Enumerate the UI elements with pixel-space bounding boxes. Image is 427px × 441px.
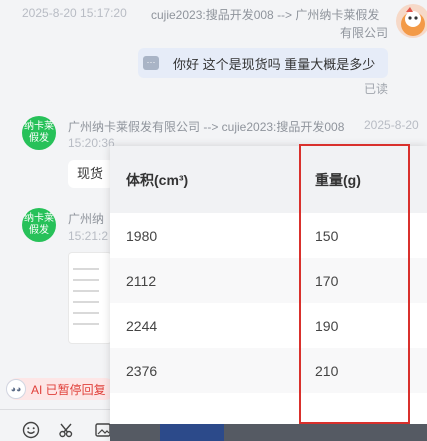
scissors-icon[interactable] (58, 421, 76, 439)
message-timestamp: 2025-8-20 (364, 118, 419, 132)
message-timestamp: 2025-8-20 15:17:20 (22, 6, 127, 20)
column-header-volume: 体积(cm³) (110, 146, 300, 213)
incoming-message-text: 现货 (77, 166, 104, 181)
preview-bottom-bar (110, 424, 427, 441)
composer-toolbar (22, 421, 112, 439)
image-preview-overlay[interactable]: 体积(cm³) 重量(g) 1980 150 2112 170 2244 190… (110, 146, 427, 441)
table-header-row: 体积(cm³) 重量(g) (110, 146, 427, 213)
robot-icon: ◕◕ (6, 379, 26, 399)
table-cell: 1980 (126, 227, 158, 244)
table-row: 2244 190 (110, 303, 427, 348)
image-message-thumbnail[interactable] (68, 252, 112, 344)
chat-icon: ··· (143, 56, 159, 70)
message-timestamp: 15:21:2 (68, 229, 109, 243)
column-header-weight: 重量(g) (300, 146, 427, 213)
table-row: 2376 210 (110, 348, 427, 393)
user-avatar[interactable] (396, 4, 427, 38)
divider (0, 409, 110, 410)
spec-table: 体积(cm³) 重量(g) 1980 150 2112 170 2244 190… (110, 146, 427, 393)
table-row: 1980 150 (110, 213, 427, 258)
message-route: cujie2023:搜品开发008 --> 广州纳卡莱假发 (151, 8, 380, 22)
message-route: 广州纳卡莱假发有限公司 --> cujie2023:搜品开发008 (68, 120, 345, 134)
read-status: 已读 (364, 82, 389, 96)
outgoing-message-text: 你好 这个是现货吗 重量大概是多少 (173, 56, 376, 72)
table-cell: 210 (300, 348, 427, 393)
message-timestamp: 15:20:36 (68, 136, 115, 150)
incoming-message-bubble[interactable]: 现货 (68, 160, 114, 188)
table-cell: 170 (300, 258, 427, 303)
seller-avatar[interactable]: 纳卡莱假发 (22, 116, 56, 150)
table-cell: 2112 (110, 258, 300, 303)
seller-avatar[interactable]: 纳卡莱假发 (22, 208, 56, 242)
outgoing-message-bubble[interactable]: ··· 你好 这个是现货吗 重量大概是多少 (138, 48, 388, 78)
smile-icon[interactable] (22, 421, 40, 439)
ai-status-label: AI 已暂停回复 (31, 382, 106, 397)
table-cell: 2376 (110, 348, 300, 393)
ai-status-badge[interactable]: ◕◕ AI 已暂停回复 (6, 378, 116, 400)
table-cell: 190 (315, 317, 339, 334)
mascot-icon (401, 7, 425, 36)
table-cell: 150 (315, 227, 339, 244)
table-cell: 2244 (126, 317, 158, 334)
table-row: 2112 170 (110, 258, 427, 303)
message-route: 广州纳 (68, 212, 105, 226)
message-route-cont: 有限公司 (340, 26, 389, 40)
